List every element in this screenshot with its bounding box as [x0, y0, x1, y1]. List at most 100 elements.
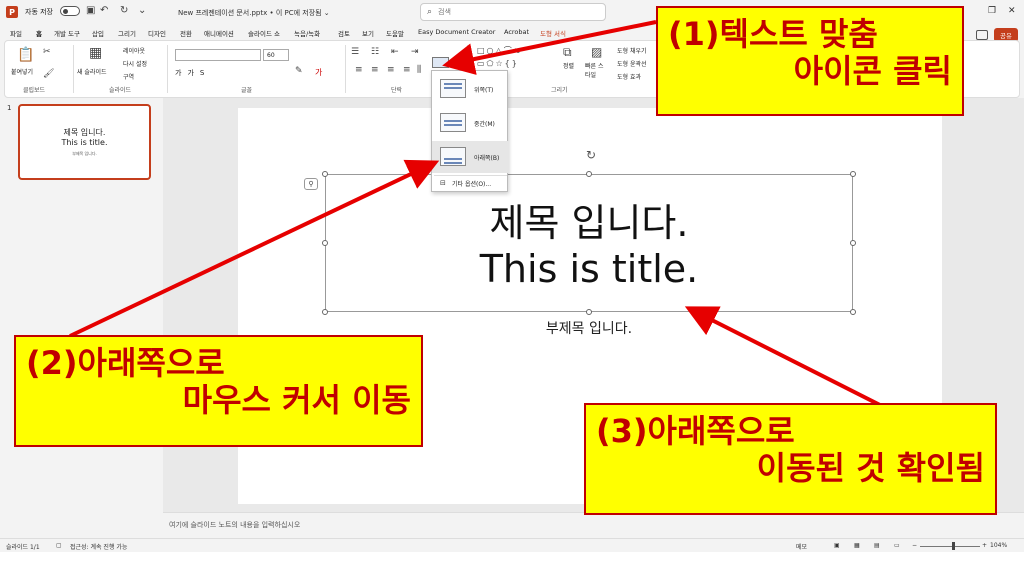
paste-icon[interactable]: 📋 [17, 47, 34, 63]
slide-number: 1 [7, 104, 12, 112]
tab-draw[interactable]: 그리기 [118, 28, 136, 38]
layout-options-icon[interactable]: ⚲ [304, 178, 318, 190]
close-icon[interactable]: ✕ [1008, 6, 1016, 16]
reading-view-icon[interactable]: ▤ [874, 542, 880, 549]
align-text-dropdown: 위쪽(T) 중간(M) 아래쪽(B) ⊟ 기타 옵션(O)... [431, 70, 509, 192]
accessibility-status[interactable]: 접근성: 계속 진행 가능 [70, 542, 127, 551]
tab-record[interactable]: 녹음/녹화 [294, 28, 320, 38]
shape-effects-label[interactable]: 도형 효과 [617, 72, 641, 81]
section-label[interactable]: 구역 [123, 72, 134, 81]
tab-acrobat[interactable]: Acrobat [504, 28, 529, 36]
status-bar: 슬라이드 1/1 ▢ 접근성: 계속 진행 가능 메모 ▣ ▦ ▤ ▭ − + … [0, 538, 1024, 552]
search-box[interactable]: ⌕ [420, 3, 606, 21]
font-color-icon[interactable]: 가 [315, 67, 322, 78]
tab-help[interactable]: 도움말 [386, 28, 404, 38]
justify-icon[interactable]: ≡ [403, 65, 411, 75]
bullets-icon[interactable]: ☰ [351, 47, 359, 57]
arrange-icon[interactable]: ⧉ [563, 45, 572, 60]
tab-review[interactable]: 검토 [338, 28, 350, 38]
slide-thumbnail[interactable]: 제목 입니다. This is title. 부제목 입니다. [18, 104, 151, 180]
tab-insert[interactable]: 삽입 [92, 28, 104, 38]
callout-step-1: (1)텍스트 맞춤 아이콘 클릭 [656, 6, 964, 116]
align-center-icon[interactable]: ≡ [371, 65, 379, 75]
layout-label[interactable]: 레이아웃 [123, 46, 145, 55]
format-painter-icon[interactable]: 🖌 [43, 69, 54, 79]
new-slide-icon[interactable]: ▦ [89, 45, 102, 61]
decrease-indent-icon[interactable]: ⇤ [391, 47, 399, 57]
resize-handle[interactable] [586, 309, 592, 315]
resize-handle[interactable] [850, 171, 856, 177]
increase-indent-icon[interactable]: ⇥ [411, 47, 419, 57]
paste-label[interactable]: 붙여넣기 [11, 67, 33, 76]
slide-sorter-icon[interactable]: ▦ [854, 542, 860, 549]
spellcheck-icon[interactable]: ▢ [56, 542, 62, 549]
autosave-label: 자동 저장 [25, 8, 53, 16]
shapes-gallery-icon[interactable]: □○△⌒↘ [477, 45, 522, 56]
highlight-icon[interactable]: ✎ [295, 66, 303, 76]
callout-2-line2: 마우스 커서 이동 [182, 380, 411, 419]
separator [167, 45, 168, 93]
font-name-select[interactable] [175, 49, 261, 61]
arrange-label[interactable]: 정렬 [563, 61, 574, 70]
more-options-item[interactable]: 기타 옵션(O)... [452, 179, 491, 188]
comment-icon[interactable] [976, 30, 989, 40]
align-right-icon[interactable]: ≡ [387, 65, 395, 75]
paragraph-group-label: 단락 [391, 87, 403, 94]
new-slide-label[interactable]: 새 슬라이드 [77, 67, 107, 76]
slide-title-line2: This is title. [479, 247, 699, 291]
save-icon[interactable]: ▣ [86, 5, 95, 16]
quick-styles-label[interactable]: 빠른 스타일 [585, 61, 607, 79]
tab-shape-format[interactable]: 도형 서식 [540, 28, 566, 38]
tab-animations[interactable]: 애니메이션 [204, 28, 234, 38]
align-text-button[interactable] [432, 57, 449, 68]
font-size-select[interactable]: 60 [263, 49, 289, 61]
slide-thumbnail-panel: 1 제목 입니다. This is title. 부제목 입니다. [0, 98, 163, 538]
shape-outline-label[interactable]: 도형 윤곽선 [617, 59, 647, 68]
tab-developer[interactable]: 개발 도구 [54, 28, 80, 38]
tab-slideshow[interactable]: 슬라이드 쇼 [248, 28, 280, 38]
align-top-option[interactable]: 위쪽(T) [432, 73, 509, 105]
autosave-toggle[interactable] [60, 6, 80, 16]
shape-fill-label[interactable]: 도형 채우기 [617, 46, 647, 55]
slide-title-line1: 제목 입니다. [489, 201, 689, 245]
columns-icon[interactable]: ⫼ [417, 65, 421, 75]
slideshow-view-icon[interactable]: ▭ [894, 542, 900, 549]
resize-handle[interactable] [586, 171, 592, 177]
redo-icon[interactable]: ↻ [120, 5, 128, 16]
notes-toggle[interactable]: 메모 [796, 542, 807, 551]
tab-view[interactable]: 보기 [362, 28, 374, 38]
resize-handle[interactable] [850, 309, 856, 315]
font-format-buttons[interactable]: 가가S [175, 68, 210, 78]
search-icon: ⌕ [427, 7, 433, 17]
rotate-handle-icon[interactable]: ↻ [584, 148, 598, 162]
align-middle-option[interactable]: 중간(M) [432, 107, 509, 139]
tab-design[interactable]: 디자인 [148, 28, 166, 38]
reset-label[interactable]: 다시 설정 [123, 59, 147, 68]
align-bottom-option[interactable]: 아래쪽(B) [432, 141, 509, 173]
zoom-in-icon[interactable]: + [982, 542, 987, 549]
restore-icon[interactable]: ❐ [988, 6, 996, 16]
resize-handle[interactable] [322, 171, 328, 177]
zoom-out-icon[interactable]: − [912, 542, 917, 549]
zoom-level[interactable]: 104% [990, 542, 1007, 549]
shapes-gallery-row2-icon[interactable]: ▭⬠☆{} [477, 59, 519, 68]
tab-file[interactable]: 파일 [10, 28, 22, 38]
quick-styles-icon[interactable]: ▨ [591, 45, 602, 59]
tab-transitions[interactable]: 전환 [180, 28, 192, 38]
cut-icon[interactable]: ✂ [43, 47, 51, 57]
tab-easy-document-creator[interactable]: Easy Document Creator [418, 28, 495, 36]
resize-handle[interactable] [322, 309, 328, 315]
zoom-slider-thumb[interactable] [952, 542, 955, 550]
callout-2-line1: (2)아래쪽으로 [26, 344, 225, 382]
align-left-icon[interactable]: ≡ [355, 65, 363, 75]
powerpoint-logo-icon: P [6, 6, 18, 18]
notes-pane[interactable]: 여기에 슬라이드 노트의 내용을 입력하십시오 [163, 512, 1024, 538]
normal-view-icon[interactable]: ▣ [834, 542, 840, 549]
zoom-slider[interactable] [920, 546, 980, 547]
undo-icon[interactable]: ↶ [100, 5, 108, 16]
file-name[interactable]: New 프레젠테이션 문서.pptx • 이 PC에 저장됨 ⌄ [178, 8, 330, 18]
slide-title[interactable]: 제목 입니다. This is title. [325, 200, 853, 292]
search-input[interactable] [438, 8, 589, 16]
customize-qa-icon[interactable]: ⌄ [138, 5, 146, 16]
numbering-icon[interactable]: ☷ [371, 47, 379, 57]
